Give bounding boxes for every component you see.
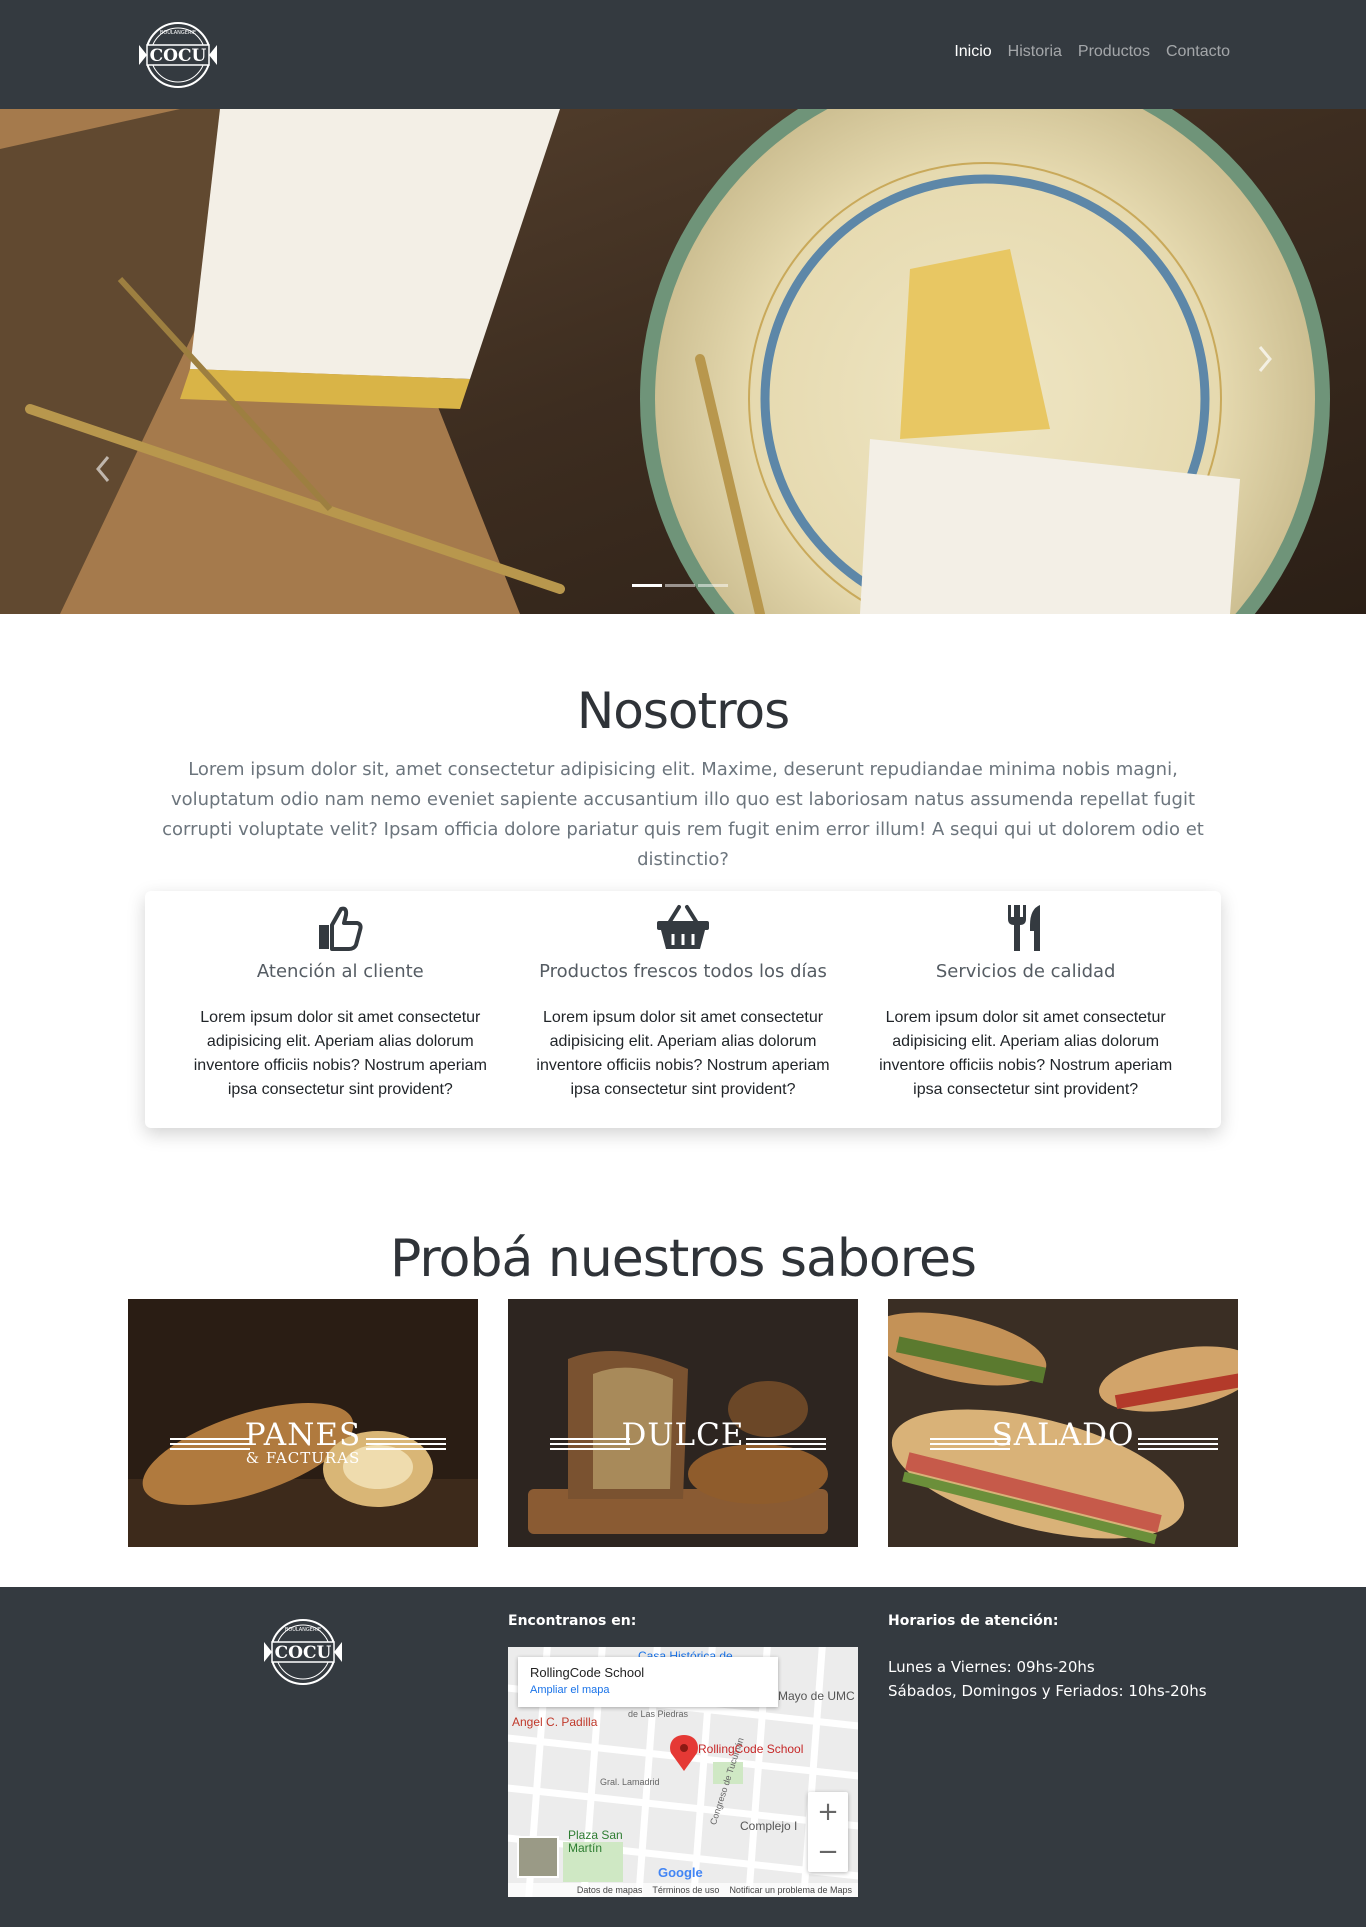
feature-item: Productos frescos todos los días Lorem i… [512, 891, 855, 1128]
basket-icon [657, 905, 709, 949]
carousel-indicators [632, 584, 728, 587]
hours-weekdays: Lunes a Viernes: 09hs-20hs [888, 1658, 1095, 1676]
feature-title: Productos frescos todos los días [539, 961, 827, 982]
main-nav: Inicio Historia Productos Contacto [954, 43, 1230, 61]
carousel-slide-image [0, 109, 1366, 614]
cocu-logo-icon: COCU BOULANGERIE [262, 1619, 344, 1685]
category-label: SALADO [991, 1417, 1135, 1453]
map-label: Complejo I [740, 1819, 798, 1833]
map-data-link[interactable]: Datos de mapas [577, 1885, 643, 1895]
google-map[interactable]: Casa Histórica de Mayo de UMC Angel C. P… [508, 1647, 858, 1897]
sabores-title: Probá nuestros sabores [389, 1229, 977, 1289]
svg-text:BOULANGERIE: BOULANGERIE [160, 30, 196, 36]
carousel-next-button[interactable] [1250, 339, 1280, 379]
hero-carousel [0, 109, 1366, 614]
map-place-name: RollingCode School [530, 1665, 645, 1680]
footer: COCU BOULANGERIE Encontranos en: Casa Hi… [0, 1587, 1366, 1927]
nosotros-title: Nosotros [576, 682, 790, 740]
map-pin-label: RollingCode School [698, 1742, 804, 1756]
hours-weekends: Sábados, Domingos y Feriados: 10hs-20hs [888, 1682, 1207, 1700]
cocu-logo-icon: COCU BOULANGERIE [137, 22, 219, 88]
nosotros-text: Lorem ipsum dolor sit, amet consectetur … [162, 759, 1204, 870]
chevron-left-icon [96, 456, 110, 482]
hours-heading: Horarios de atención: [888, 1613, 1059, 1629]
category-label: DULCE [621, 1417, 745, 1453]
nav-inicio[interactable]: Inicio [954, 43, 991, 61]
feature-item: Servicios de calidad Lorem ipsum dolor s… [854, 891, 1197, 1128]
features-card: Atención al cliente Lorem ipsum dolor si… [145, 891, 1221, 1128]
map-zoom-controls: + − [808, 1792, 848, 1872]
category-sublabel: & FACTURAS [245, 1449, 361, 1467]
svg-text:COCU: COCU [275, 1643, 332, 1663]
thumbs-up-icon [319, 906, 363, 951]
map-label: Angel C. Padilla [512, 1715, 598, 1729]
map-report-link[interactable]: Notificar un problema de Maps [729, 1885, 852, 1895]
feature-text: Lorem ipsum dolor sit amet consectetur a… [879, 1009, 1173, 1098]
carousel-indicator[interactable] [665, 584, 695, 587]
map-heading: Encontranos en: [508, 1613, 637, 1629]
feature-item: Atención al cliente Lorem ipsum dolor si… [169, 891, 512, 1128]
google-logo: Google [658, 1865, 703, 1880]
map-place-card: RollingCode School Ampliar el mapa [518, 1657, 778, 1707]
svg-text:BOULANGERIE: BOULANGERIE [285, 1627, 321, 1633]
carousel-prev-button[interactable] [88, 449, 118, 489]
zoom-in-button[interactable]: + [808, 1792, 848, 1832]
map-label: Plaza San Martín [568, 1828, 623, 1855]
map-label: Gral. Lamadrid [600, 1777, 660, 1787]
brand-logo[interactable]: COCU BOULANGERIE [133, 21, 223, 89]
map-enlarge-link[interactable]: Ampliar el mapa [530, 1684, 766, 1696]
feature-title: Servicios de calidad [935, 961, 1116, 982]
category-dulce[interactable]: DULCE [508, 1299, 858, 1547]
nav-historia[interactable]: Historia [1008, 43, 1062, 61]
feature-text: Lorem ipsum dolor sit amet consectetur a… [193, 1009, 487, 1098]
feature-text: Lorem ipsum dolor sit amet consectetur a… [536, 1009, 830, 1098]
svg-text:COCU: COCU [150, 46, 207, 66]
utensils-icon [1007, 905, 1040, 951]
carousel-indicator[interactable] [698, 584, 728, 587]
category-panes[interactable]: PANES & FACTURAS [128, 1299, 478, 1547]
nav-contacto[interactable]: Contacto [1166, 43, 1230, 61]
carousel-indicator[interactable] [632, 584, 662, 587]
feature-title: Atención al cliente [256, 961, 424, 982]
zoom-out-button[interactable]: − [808, 1832, 848, 1872]
category-label: PANES [244, 1417, 362, 1453]
map-label: Mayo de UMC [778, 1689, 855, 1703]
chevron-right-icon [1258, 346, 1272, 372]
category-salado[interactable]: SALADO [888, 1299, 1238, 1547]
map-footer: Datos de mapas Términos de uso Notificar… [508, 1883, 858, 1897]
hours-list: Lunes a Viernes: 09hs-20hs Sábados, Domi… [888, 1655, 1207, 1703]
nav-productos[interactable]: Productos [1078, 43, 1150, 61]
map-terms-link[interactable]: Términos de uso [652, 1885, 719, 1895]
navbar: COCU BOULANGERIE Inicio Historia Product… [0, 0, 1366, 109]
map-label: de Las Piedras [628, 1709, 689, 1719]
footer-logo: COCU BOULANGERIE [258, 1617, 348, 1687]
